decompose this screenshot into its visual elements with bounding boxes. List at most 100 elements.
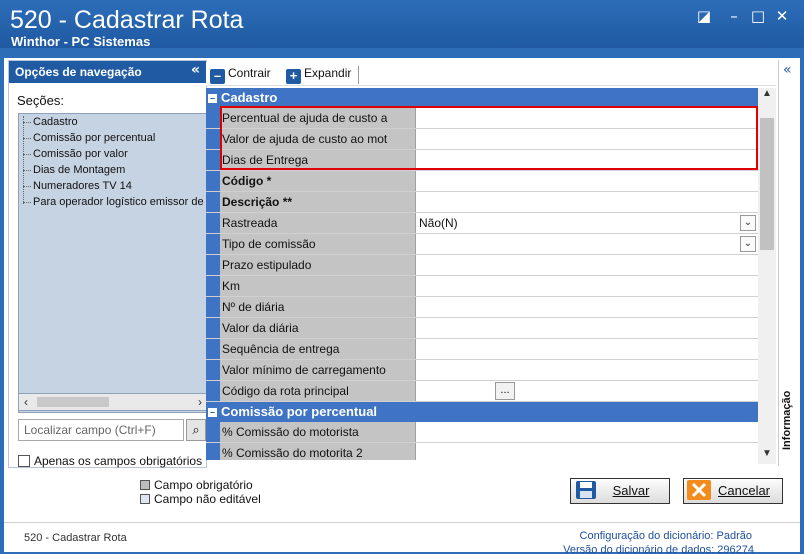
tree-item-dias-montagem[interactable]: Dias de Montagem [19, 162, 207, 178]
grid-row[interactable]: Código da rota principal... [206, 381, 758, 402]
minimize-icon[interactable]: – [726, 8, 742, 24]
row-value-input[interactable] [416, 318, 758, 338]
category-cadastro[interactable]: – Cadastro [206, 88, 758, 108]
required-swatch [140, 480, 150, 490]
rota-principal-input[interactable]: ... [416, 381, 758, 401]
cancel-button[interactable]: Cancelar [683, 478, 783, 504]
scroll-thumb[interactable] [760, 118, 774, 250]
tree-item-comissao-percentual[interactable]: Comissão por percentual [19, 130, 207, 146]
row-value-input[interactable] [416, 150, 758, 170]
row-label: Valor de ajuda de custo ao mot [220, 129, 416, 149]
row-value-input[interactable] [416, 339, 758, 359]
grid-row[interactable]: Km [206, 276, 758, 297]
row-label: Valor mínimo de carregamento [220, 360, 416, 380]
grid-row[interactable]: Percentual de ajuda de custo a [206, 108, 758, 129]
rastreada-select[interactable]: Não(N) ⌄ [416, 213, 758, 233]
scroll-right-icon[interactable]: › [193, 395, 207, 409]
expand-panel-icon[interactable]: « [783, 62, 792, 78]
row-label: Código da rota principal [220, 381, 416, 401]
row-value-input[interactable] [416, 276, 758, 296]
collapse-category-icon[interactable]: – [208, 408, 217, 417]
collapse-button[interactable]: – Contrair [210, 66, 271, 84]
search-field-input[interactable]: Localizar campo (Ctrl+F) [18, 419, 184, 441]
legend-not-editable-label: Campo não editável [154, 492, 261, 506]
row-value-input[interactable] [416, 255, 758, 275]
search-icon[interactable]: ⌕ [186, 419, 206, 441]
row-value-input[interactable] [416, 422, 758, 442]
tree-horizontal-scrollbar[interactable]: ‹ › [18, 393, 208, 411]
property-grid: – Cadastro Percentual de ajuda de custo a… [206, 88, 758, 460]
grid-row[interactable]: % Comissão do motorita 2 [206, 443, 758, 460]
category-comissao-percentual[interactable]: – Comissão por percentual [206, 402, 758, 422]
row-label: Tipo de comissão [220, 234, 416, 254]
grid-row[interactable]: Nº de diária [206, 297, 758, 318]
row-label: Prazo estipulado [220, 255, 416, 275]
grid-toolbar: – Contrair + Expandir [206, 62, 776, 86]
grid-row[interactable]: Valor de ajuda de custo ao mot [206, 129, 758, 150]
toolbar-separator [358, 66, 359, 84]
collapse-label: Contrair [228, 66, 271, 80]
grid-vertical-scrollbar[interactable]: ▲ ▼ [758, 88, 776, 464]
grid-row[interactable]: Dias de Entrega [206, 150, 758, 171]
row-label: Rastreada [220, 213, 416, 233]
row-value-input[interactable] [416, 297, 758, 317]
tree-item-operador-logistico[interactable]: Para operador logístico emissor de [19, 194, 207, 210]
maximize-icon[interactable]: □ [750, 8, 766, 24]
row-value-input[interactable] [416, 129, 758, 149]
save-label: Salvar [612, 483, 650, 498]
minus-icon: – [210, 69, 225, 84]
grid-row[interactable]: Prazo estipulado [206, 255, 758, 276]
legend: Campo obrigatório Campo não editável [140, 478, 261, 506]
row-label: Dias de Entrega [220, 150, 416, 170]
tipo-comissao-select[interactable]: ⌄ [416, 234, 758, 254]
category-label: Comissão por percentual [221, 404, 378, 419]
grid-row[interactable]: Tipo de comissão ⌄ [206, 234, 758, 255]
expand-button[interactable]: + Expandir [286, 66, 351, 84]
expand-label: Expandir [304, 66, 352, 80]
restore-icon[interactable]: ◪ [696, 8, 712, 24]
grid-row[interactable]: Valor mínimo de carregamento [206, 360, 758, 381]
row-label: % Comissão do motorista [220, 422, 416, 442]
grid-row[interactable]: Código * [206, 171, 758, 192]
row-value-input[interactable] [416, 443, 758, 460]
row-value-input[interactable] [416, 192, 758, 212]
row-value-input[interactable] [416, 171, 758, 191]
window-title: 520 - Cadastrar Rota [10, 6, 244, 34]
title-bar: 520 - Cadastrar Rota Winthor - PC Sistem… [0, 0, 804, 49]
row-value-input[interactable] [416, 360, 758, 380]
scroll-up-icon[interactable]: ▲ [758, 88, 776, 104]
plus-icon: + [286, 69, 301, 84]
tree-item-numeradores[interactable]: Numeradores TV 14 [19, 178, 207, 194]
grid-row[interactable]: % Comissão do motorista [206, 422, 758, 443]
chevron-down-icon[interactable]: ⌄ [740, 215, 756, 231]
not-editable-swatch [140, 494, 150, 504]
collapse-panel-icon[interactable]: « [191, 62, 200, 78]
grid-row[interactable]: Rastreada Não(N) ⌄ [206, 213, 758, 234]
checkbox-icon[interactable] [18, 455, 30, 467]
row-value-input[interactable] [416, 108, 758, 128]
window-subtitle: Winthor - PC Sistemas [11, 34, 151, 49]
information-label: Informação [781, 390, 793, 450]
scroll-left-icon[interactable]: ‹ [19, 395, 33, 409]
navigation-header: Opções de navegação « [9, 61, 206, 83]
scroll-thumb[interactable] [37, 397, 109, 407]
grid-row[interactable]: Sequência de entrega [206, 339, 758, 360]
save-button[interactable]: Salvar [570, 478, 670, 504]
only-required-checkbox[interactable]: Apenas os campos obrigatórios [18, 454, 202, 468]
dictionary-config: Configuração do dicionário: Padrão [579, 530, 752, 542]
legend-required-label: Campo obrigatório [154, 478, 253, 492]
legend-required: Campo obrigatório [140, 478, 261, 492]
ellipsis-button[interactable]: ... [495, 382, 515, 400]
grid-row[interactable]: Valor da diária [206, 318, 758, 339]
scroll-down-icon[interactable]: ▼ [758, 448, 776, 464]
collapse-category-icon[interactable]: – [208, 94, 217, 103]
row-label: Percentual de ajuda de custo a [220, 108, 416, 128]
information-panel[interactable]: « Informação [778, 60, 800, 466]
navigation-title: Opções de navegação [15, 65, 142, 79]
close-icon[interactable]: ✕ [774, 8, 790, 24]
tree-item-cadastro[interactable]: Cadastro [19, 114, 207, 130]
tree-item-comissao-valor[interactable]: Comissão por valor [19, 146, 207, 162]
category-label: Cadastro [221, 90, 278, 105]
grid-row[interactable]: Descrição ** [206, 192, 758, 213]
chevron-down-icon[interactable]: ⌄ [740, 236, 756, 252]
